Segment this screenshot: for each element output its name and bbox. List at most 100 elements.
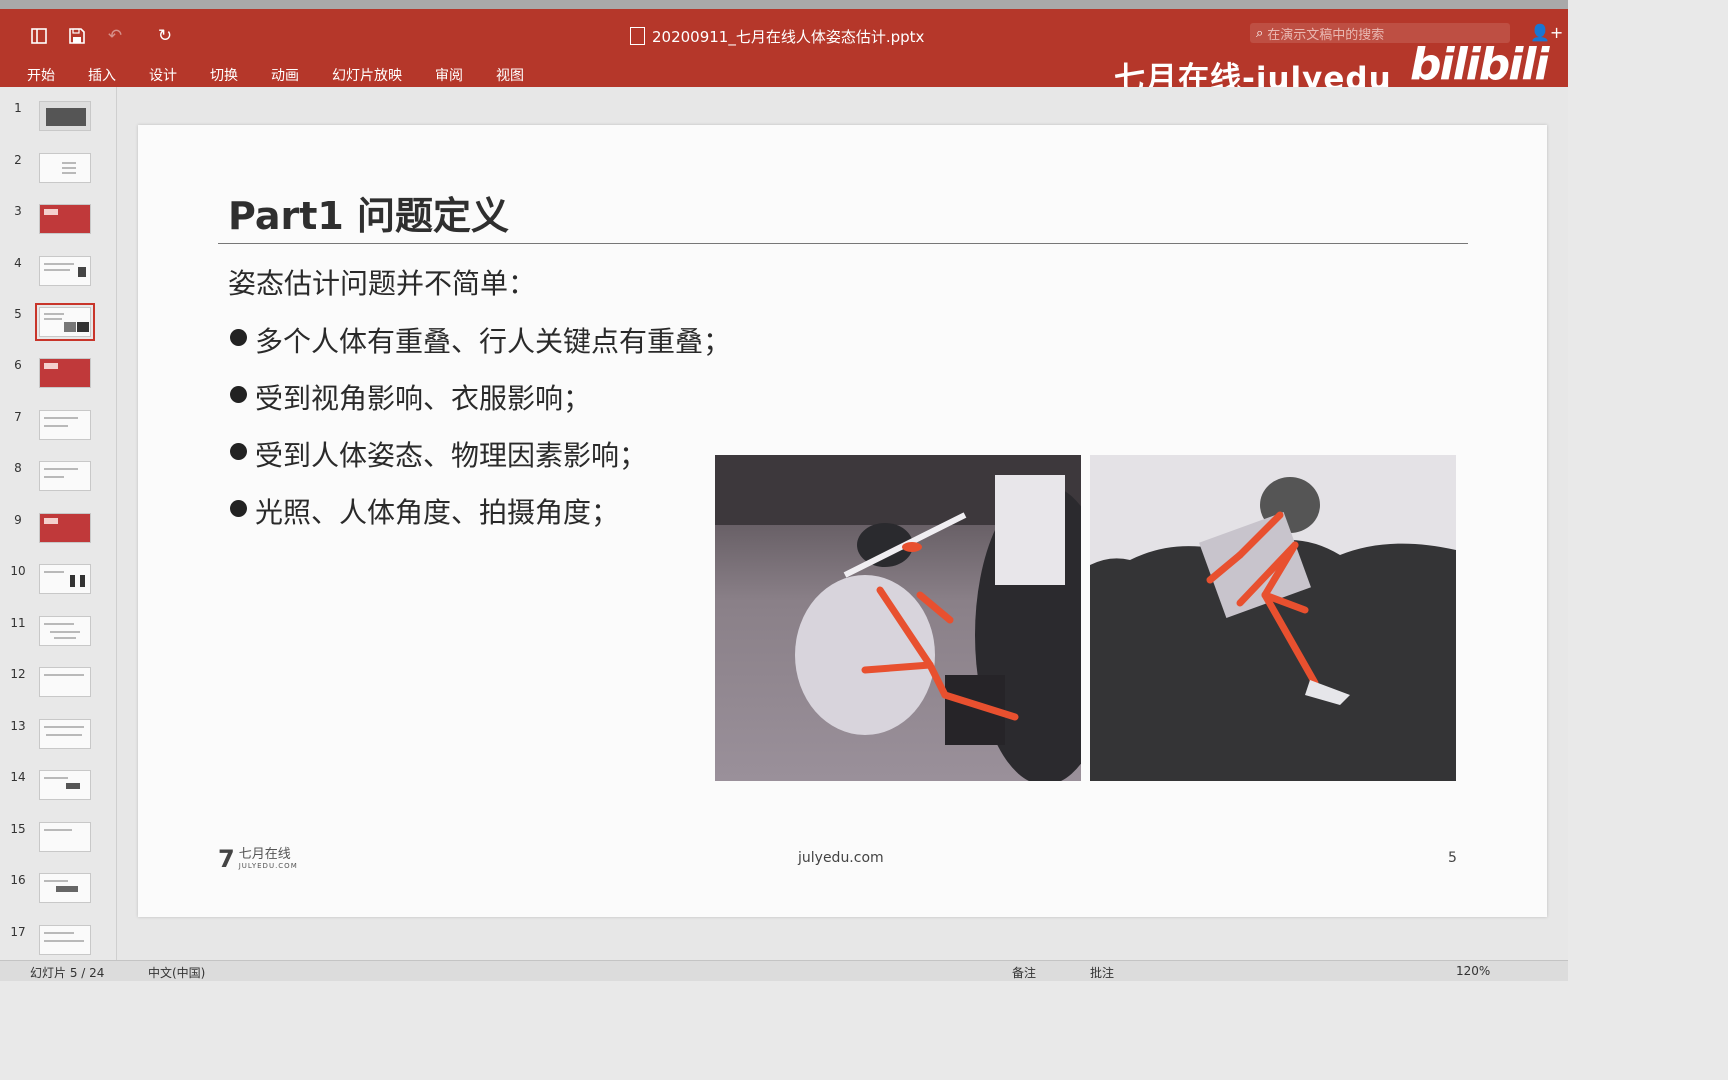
list-item: 受到人体姿态、物理因素影响； [228,434,731,491]
status-bar: 幻灯片 5 / 24 中文(中国) 备注 批注 120% [0,960,1568,981]
slide-number: 9 [14,513,22,527]
slide-thumbnail-11[interactable]: 11 [0,616,116,656]
document-title: 20200911_七月在线人体姿态估计.pptx [630,25,924,47]
slide-number: 15 [10,822,26,836]
slide-thumbnail-10[interactable]: 10 [0,564,116,604]
bullet-icon [230,443,247,460]
undo-icon[interactable]: ↶ [104,25,126,47]
slide-number: 4 [14,256,22,270]
thumbnail-image [39,822,91,852]
slide-thumbnail-16[interactable]: 16 [0,873,116,913]
slide-thumbnail-3[interactable]: 3 [0,204,116,244]
slide-number: 1 [14,101,22,115]
slide-number: 17 [10,925,26,939]
slide-thumbnail-4[interactable]: 4 [0,256,116,296]
thumbnail-image [39,101,91,131]
bullet-text: 受到人体姿态、物理因素影响； [255,439,648,472]
thumbnail-image [35,303,95,341]
thumbnail-image [39,204,91,234]
window-top-border [0,0,1568,9]
ribbon-tabs: 开始 插入 设计 切换 动画 幻灯片放映 审阅 视图 [27,65,557,85]
save-icon[interactable] [66,25,88,47]
slide-thumbnail-14[interactable]: 14 [0,770,116,810]
thumbnail-image [39,513,91,543]
slide-number: 11 [10,616,26,630]
slide-thumbnail-8[interactable]: 8 [0,461,116,501]
list-item: 光照、人体角度、拍摄角度； [228,491,731,548]
tab-animations[interactable]: 动画 [271,65,299,85]
search-placeholder: 在演示文稿中的搜索 [1267,27,1385,43]
bullet-text: 受到视角影响、衣服影响； [255,382,592,415]
thumbnail-image [39,461,91,491]
bullet-icon [230,500,247,517]
tab-slideshow[interactable]: 幻灯片放映 [332,65,402,85]
slide-page-number: 5 [1448,850,1457,866]
tab-home[interactable]: 开始 [27,65,55,85]
slide-canvas[interactable]: Part1 问题定义 姿态估计问题并不简单： 多个人体有重叠、行人关键点有重叠；… [138,125,1547,917]
notes-button[interactable]: 备注 [1012,964,1036,981]
slide-thumbnail-15[interactable]: 15 [0,822,116,862]
language-indicator[interactable]: 中文(中国) [148,964,205,981]
slide-number: 7 [14,410,22,424]
bullet-text: 多个人体有重叠、行人关键点有重叠； [255,325,732,358]
slide-number: 14 [10,770,26,784]
logo-text-en: JULYEDU.COM [238,862,298,870]
search-icon: ⌕ [1256,25,1264,41]
thumbnail-image [39,925,91,955]
logo-text-cn: 七月在线 [238,847,291,862]
slide-thumbnail-1[interactable]: 1 [0,101,116,141]
slide-thumbnail-9[interactable]: 9 [0,513,116,553]
slide-number: 6 [14,358,22,372]
title-divider [218,243,1468,244]
slide-title[interactable]: Part1 问题定义 [228,185,509,240]
slide-thumbnail-panel: 1 2 3 4 5 6 7 8 9 10 11 12 13 14 15 16 1… [0,87,117,960]
bilibili-logo: bilibili [1410,39,1549,90]
julyedu-logo: 7 七月在线 JULYEDU.COM [218,845,298,873]
slide-thumbnail-17[interactable]: 17 [0,925,116,965]
sidebar-toggle-icon[interactable] [28,25,50,47]
slide-thumbnail-6[interactable]: 6 [0,358,116,398]
thumbnail-image [39,873,91,903]
bullet-icon [230,386,247,403]
slide-number: 2 [14,153,22,167]
redo-icon[interactable]: ↻ [154,25,176,47]
slide-thumbnail-2[interactable]: 2 [0,153,116,193]
thumbnail-image [39,256,91,286]
logo-mark-icon: 7 [218,845,235,873]
document-title-text: 20200911_七月在线人体姿态估计.pptx [652,27,925,46]
thumbnail-image [39,616,91,646]
slide-number: 13 [10,719,26,733]
slide-thumbnail-13[interactable]: 13 [0,719,116,759]
tab-design[interactable]: 设计 [149,65,177,85]
slide-thumbnail-7[interactable]: 7 [0,410,116,450]
tab-view[interactable]: 视图 [496,65,524,85]
file-icon [630,27,645,45]
slide-intro-text[interactable]: 姿态估计问题并不简单： [228,262,536,302]
slide-number: 10 [10,564,26,578]
thumbnail-image [39,153,91,183]
thumbnail-image [39,564,91,594]
slide-thumbnail-5[interactable]: 5 [0,303,116,347]
slide-number: 5 [14,307,22,321]
slide-number: 12 [10,667,26,681]
tab-insert[interactable]: 插入 [88,65,116,85]
baseball-pose-image[interactable] [715,455,1081,781]
thumbnail-image [39,667,91,697]
thumbnail-image [39,410,91,440]
thumbnail-image [39,770,91,800]
runner-pose-image[interactable] [1090,455,1456,781]
slide-number: 3 [14,204,22,218]
slide-thumbnail-12[interactable]: 12 [0,667,116,707]
thumbnail-image [39,358,91,388]
bullet-icon [230,329,247,346]
footer-url: julyedu.com [798,850,884,866]
slide-number: 8 [14,461,22,475]
zoom-level[interactable]: 120% [1456,964,1490,978]
tab-transitions[interactable]: 切换 [210,65,238,85]
comments-button[interactable]: 批注 [1090,964,1114,981]
bullet-list[interactable]: 多个人体有重叠、行人关键点有重叠； 受到视角影响、衣服影响； 受到人体姿态、物理… [228,320,731,548]
ribbon: ↶ ↻ 20200911_七月在线人体姿态估计.pptx ⌕ 在演示文稿中的搜索… [0,9,1568,97]
bullet-text: 光照、人体角度、拍摄角度； [255,496,620,529]
tab-review[interactable]: 审阅 [435,65,463,85]
thumbnail-image [39,719,91,749]
